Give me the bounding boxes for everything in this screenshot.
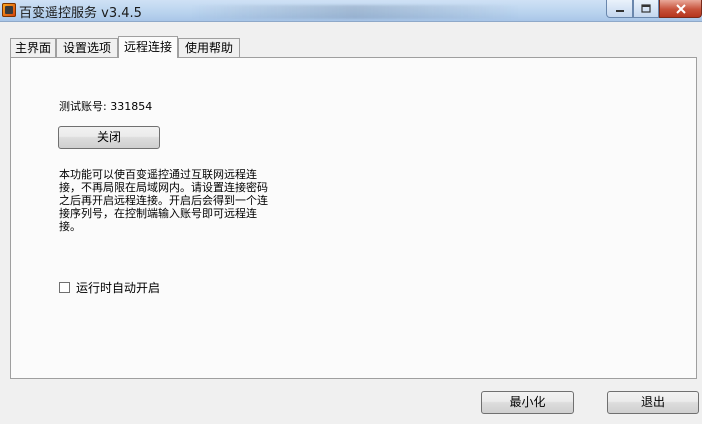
close-window-button[interactable] — [659, 0, 702, 18]
maximize-icon — [641, 4, 651, 13]
minimize-button[interactable]: 最小化 — [481, 391, 574, 414]
minimize-window-button[interactable] — [606, 0, 633, 18]
test-account-label: 测试账号: 331854 — [59, 100, 153, 113]
close-icon — [675, 3, 686, 14]
autostart-label: 运行时自动开启 — [76, 281, 161, 295]
exit-button[interactable]: 退出 — [607, 391, 699, 414]
close-remote-button[interactable]: 关闭 — [58, 126, 160, 149]
checkbox-box[interactable] — [59, 282, 70, 293]
tab-settings[interactable]: 设置选项 — [56, 38, 118, 57]
tab-main[interactable]: 主界面 — [10, 38, 56, 57]
window-title: 百变遥控服务 v3.4.5 — [19, 6, 142, 21]
feature-description: 本功能可以使百变遥控通过互联网远程连接，不再局限在局域网内。请设置连接密码之后再… — [59, 168, 268, 233]
tab-remote[interactable]: 远程连接 — [118, 36, 178, 58]
remote-connection-panel: 测试账号: 331854 关闭 本功能可以使百变遥控通过互联网远程连接，不再局限… — [10, 57, 697, 379]
app-icon — [2, 3, 16, 17]
title-bar-background — [190, 5, 520, 19]
autostart-checkbox[interactable]: 运行时自动开启 — [59, 279, 160, 296]
minimize-icon — [615, 9, 624, 12]
maximize-window-button[interactable] — [633, 0, 659, 18]
title-bar[interactable]: 百变遥控服务 v3.4.5 — [0, 0, 702, 22]
tab-help[interactable]: 使用帮助 — [178, 38, 240, 57]
